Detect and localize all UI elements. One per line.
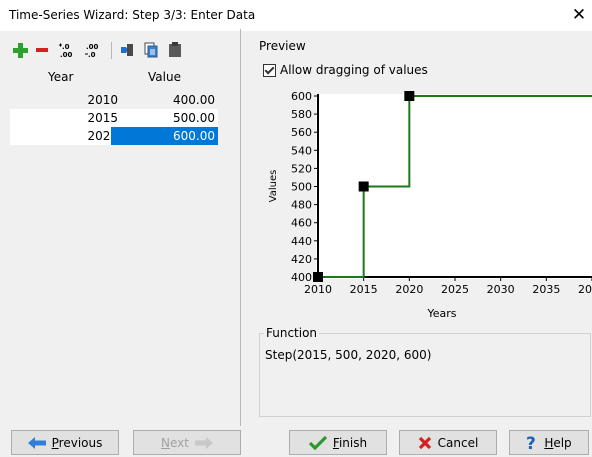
value-column-header[interactable]: Value: [148, 70, 181, 89]
preview-label: Preview: [259, 39, 306, 53]
cancel-x-icon: [418, 436, 432, 450]
add-row-button[interactable]: [11, 40, 29, 60]
checkmark-icon: [308, 435, 327, 450]
data-point-handle: [358, 181, 369, 192]
y-tick-label: 420: [291, 253, 312, 266]
x-tick-label: 2010: [304, 283, 332, 296]
y-tick-label: 440: [291, 235, 312, 248]
function-label: Function: [264, 326, 320, 340]
add-icon: [12, 42, 28, 58]
next-button[interactable]: Next: [133, 430, 241, 455]
y-tick-label: 540: [291, 144, 312, 157]
table-row[interactable]: 2015 500.00: [10, 109, 218, 127]
x-tick-label: 2025: [441, 283, 469, 296]
x-tick-label: 2035: [532, 283, 560, 296]
increase-decimals-icon: .0 .00: [59, 43, 73, 58]
increase-decimals-button[interactable]: .0 .00: [57, 40, 79, 60]
finish-label: Finish: [332, 435, 368, 450]
help-label: Help: [544, 435, 572, 450]
svg-text:.0: .0: [88, 51, 96, 58]
y-tick-label: 500: [291, 181, 312, 194]
decrease-decimals-icon: .00 .0: [85, 43, 99, 58]
y-tick-label: 580: [291, 108, 312, 121]
cancel-button[interactable]: Cancel: [399, 430, 497, 455]
clipboard-button[interactable]: [165, 40, 185, 60]
value-cell[interactable]: 500.00: [112, 109, 215, 127]
data-point-handle: [313, 272, 323, 282]
paste-button[interactable]: [117, 40, 137, 60]
grid-toolbar: .0 .00 .00 .0: [11, 40, 241, 62]
finish-button[interactable]: Finish: [289, 430, 387, 455]
svg-text:.0: .0: [62, 43, 70, 51]
close-icon[interactable]: ✕: [570, 4, 588, 26]
copy-button[interactable]: [141, 40, 161, 60]
svg-text:.00: .00: [86, 43, 99, 51]
remove-icon: [36, 48, 48, 52]
value-cell[interactable]: 400.00: [112, 91, 215, 109]
checkbox-checked-icon[interactable]: [263, 63, 276, 77]
preview-chart[interactable]: 4004204404604805005205405605806002010 201…: [259, 84, 592, 324]
y-tick-label: 520: [291, 162, 312, 175]
remove-row-button[interactable]: [33, 40, 51, 60]
next-label: Next: [161, 435, 189, 450]
title-bar: Time-Series Wizard: Step 3/3: Enter Data…: [0, 0, 592, 31]
x-axis-label: Years: [426, 307, 456, 320]
copy-icon: [144, 42, 158, 58]
y-tick-label: 560: [291, 126, 312, 139]
svg-text:?: ?: [526, 435, 536, 451]
arrow-right-icon: [194, 436, 213, 449]
y-axis-label: Values: [268, 170, 279, 203]
window-title: Time-Series Wizard: Step 3/3: Enter Data: [9, 8, 256, 22]
svg-text:.00: .00: [60, 51, 73, 58]
previous-label: Previous: [51, 435, 103, 450]
y-tick-label: 480: [291, 199, 312, 212]
table-row[interactable]: 2010 400.00: [10, 91, 218, 109]
x-tick-label: 2020: [395, 283, 423, 296]
clipboard-icon: [169, 42, 181, 57]
cancel-label: Cancel: [437, 435, 479, 450]
previous-button[interactable]: Previous: [11, 430, 119, 455]
y-tick-label: 600: [291, 90, 312, 103]
function-text: Step(2015, 500, 2020, 600): [265, 348, 432, 362]
x-tick-label: 2015: [350, 283, 378, 296]
x-tick-label: 2030: [487, 283, 515, 296]
data-grid: Year Value 2010 400.00 2015 500.00 2020 …: [10, 66, 250, 426]
arrow-left-icon: [27, 436, 46, 449]
help-button[interactable]: ? Help: [509, 430, 589, 455]
year-column-header[interactable]: Year: [48, 70, 73, 89]
table-row-selected[interactable]: 2020 600.00: [10, 127, 218, 145]
x-tick-label: 2040: [578, 283, 592, 296]
allow-dragging-checkbox[interactable]: Allow dragging of values: [263, 63, 428, 77]
plot-area: [316, 94, 592, 279]
value-cell-selected[interactable]: 600.00: [111, 127, 218, 145]
allow-dragging-label: Allow dragging of values: [280, 63, 428, 77]
data-point-handle: [404, 91, 415, 101]
function-groupbox: [259, 333, 591, 417]
panel-divider: [240, 29, 241, 426]
paste-icon: [121, 44, 133, 56]
decrease-decimals-button[interactable]: .00 .0: [83, 40, 105, 60]
toolbar-separator: [111, 42, 112, 59]
y-tick-label: 460: [291, 217, 312, 230]
help-question-icon: ?: [526, 435, 538, 451]
